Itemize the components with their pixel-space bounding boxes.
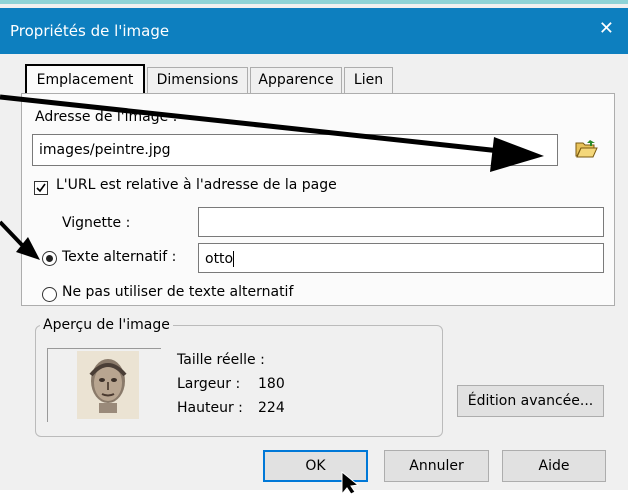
- tab-lien[interactable]: Lien: [344, 67, 393, 93]
- advanced-edit-button[interactable]: Édition avancée...: [457, 385, 604, 417]
- height-value: 224: [258, 400, 285, 416]
- vignette-input[interactable]: [198, 207, 604, 237]
- alt-text-radio[interactable]: [42, 251, 57, 266]
- dialog-window: Propriétés de l'image ✕ Emplacement Dime…: [0, 0, 628, 494]
- relative-url-label: L'URL est relative à l'adresse de la pag…: [56, 177, 337, 193]
- close-icon[interactable]: ✕: [599, 20, 614, 38]
- relative-url-checkbox[interactable]: [34, 181, 48, 195]
- folder-open-icon[interactable]: [574, 139, 598, 159]
- checkbox-checked-icon: [36, 183, 46, 193]
- height-label: Hauteur :: [177, 400, 243, 416]
- portrait-thumbnail: [77, 351, 139, 419]
- width-value: 180: [258, 376, 285, 392]
- address-label: Adresse de l'image :: [35, 109, 178, 125]
- window-title: Propriétés de l'image: [10, 22, 170, 40]
- no-alt-text-radio[interactable]: [42, 287, 57, 302]
- alt-text-input[interactable]: otto: [198, 243, 604, 273]
- cancel-button[interactable]: Annuler: [384, 450, 489, 482]
- text-caret: [233, 251, 235, 267]
- radio-selected-icon: [46, 255, 53, 262]
- tab-apparence[interactable]: Apparence: [250, 67, 342, 93]
- no-alt-text-label: Ne pas utiliser de texte alternatif: [62, 284, 294, 300]
- tab-emplacement[interactable]: Emplacement: [25, 64, 145, 95]
- preview-legend: Aperçu de l'image: [40, 317, 173, 333]
- address-input[interactable]: images/peintre.jpg: [32, 134, 558, 166]
- title-bar: Propriétés de l'image ✕: [0, 8, 628, 54]
- alt-text-value: otto: [205, 251, 234, 267]
- ok-button[interactable]: OK: [263, 450, 368, 482]
- real-size-label: Taille réelle :: [177, 352, 265, 368]
- width-label: Largeur :: [177, 376, 241, 392]
- tab-dimensions[interactable]: Dimensions: [147, 67, 248, 93]
- help-button[interactable]: Aide: [502, 450, 606, 482]
- alt-text-label: Texte alternatif :: [62, 249, 177, 265]
- vignette-label: Vignette :: [62, 215, 131, 231]
